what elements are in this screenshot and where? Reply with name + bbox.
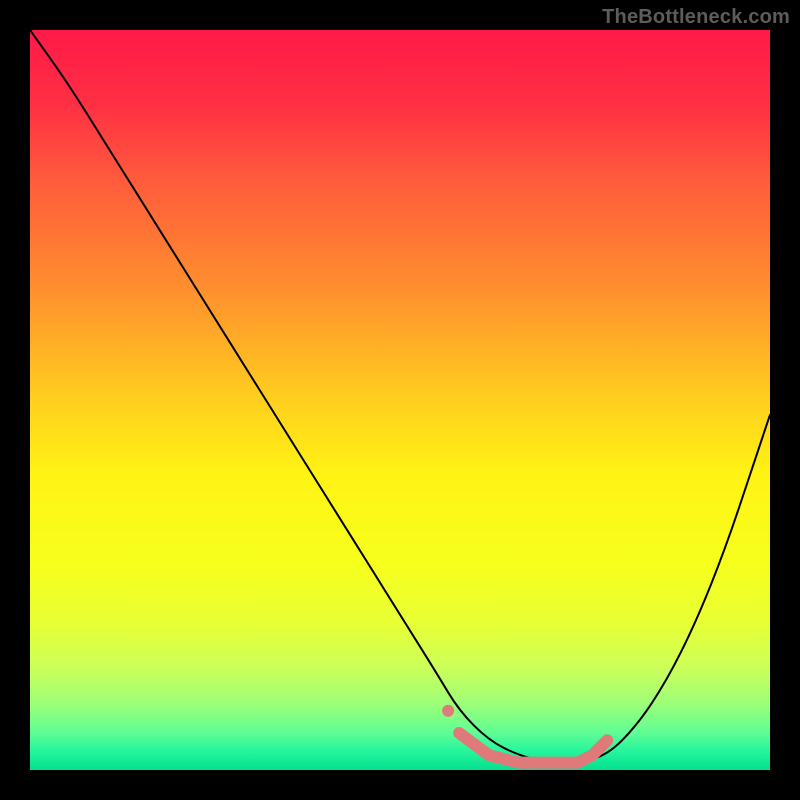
chart-frame: TheBottleneck.com bbox=[0, 0, 800, 800]
chart-svg bbox=[30, 30, 770, 770]
gradient-background bbox=[30, 30, 770, 770]
sweet-spot-dot bbox=[442, 705, 454, 717]
plot-area bbox=[30, 30, 770, 770]
watermark-text: TheBottleneck.com bbox=[602, 6, 790, 29]
